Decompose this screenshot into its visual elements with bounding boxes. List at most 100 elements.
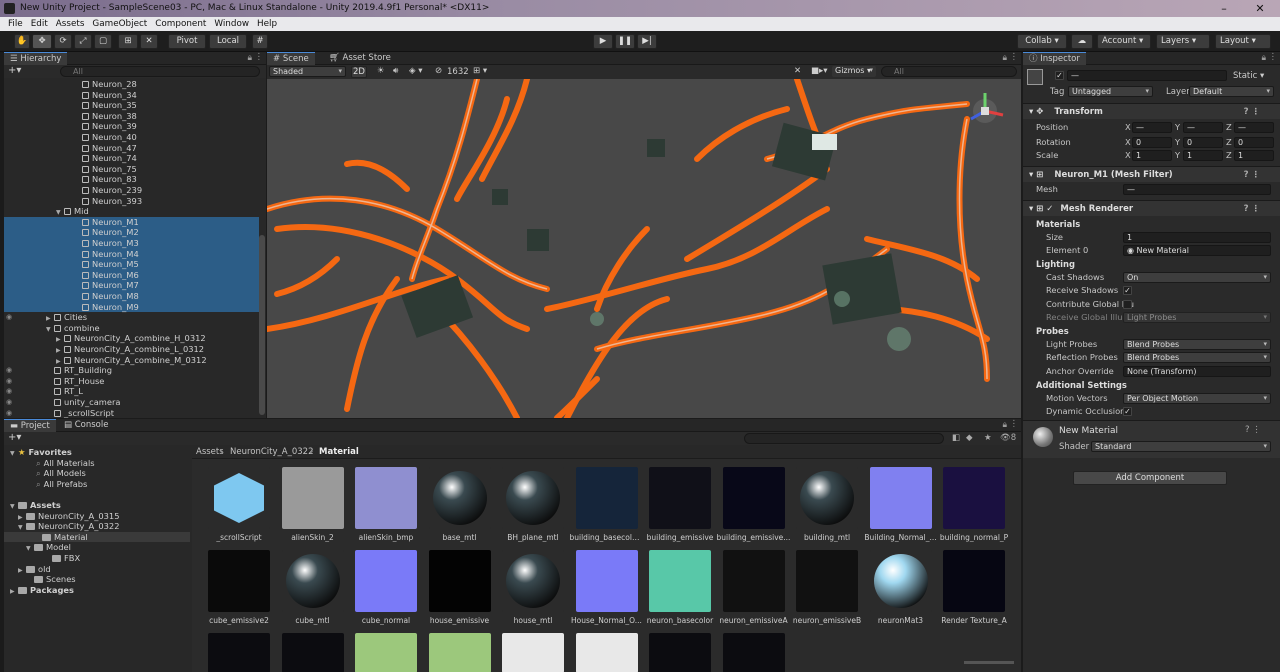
hierarchy-item[interactable]: Neuron_40 <box>4 132 259 143</box>
hierarchy-item[interactable]: Neuron_47 <box>4 143 259 154</box>
asset-tile[interactable]: building_basecolo... <box>570 467 644 547</box>
asset-tile[interactable]: neuron_emissiveA <box>717 550 789 630</box>
menu-window[interactable]: Window <box>210 17 253 31</box>
menu-help[interactable]: Help <box>253 17 281 31</box>
camera-icon[interactable]: ■▸▾ <box>811 66 828 76</box>
layer-dropdown[interactable]: Default <box>1189 86 1274 97</box>
filter-label-icon[interactable]: ◆ <box>966 433 973 443</box>
tab-scene[interactable]: # Scene <box>267 52 315 65</box>
hand-tool-icon[interactable]: ✋ <box>14 34 30 49</box>
asset-tile[interactable]: _scrollScript <box>202 467 274 547</box>
layout-dropdown[interactable]: Layout ▾ <box>1215 34 1271 49</box>
add-component-button[interactable]: Add Component <box>1073 471 1227 485</box>
project-tree-item[interactable]: Scenes <box>4 574 190 585</box>
lock-icon[interactable]: 🔒︎ <box>247 53 252 63</box>
hierarchy-item[interactable]: ▶ NeuronCity_A_combine_L_0312 <box>4 344 259 355</box>
hierarchy-item[interactable]: Neuron_74 <box>4 153 259 164</box>
asset-thumbnail[interactable] <box>722 633 785 672</box>
asset-thumbnail[interactable] <box>428 633 491 672</box>
grid-snap-icon[interactable]: # <box>252 34 268 49</box>
lighting-row[interactable]: Lighting <box>1023 258 1280 271</box>
asset-tile[interactable]: building_normal_P <box>937 467 1009 547</box>
create-plus-icon[interactable]: +▾ <box>8 65 21 76</box>
hierarchy-item[interactable]: Neuron_M3 <box>4 238 259 249</box>
receive-gi-dropdown[interactable]: Light Probes <box>1123 312 1271 323</box>
scene-viewport[interactable] <box>267 79 1021 418</box>
inspector-more-icon[interactable]: ⋮ <box>1269 52 1278 62</box>
object-name-field[interactable]: — <box>1067 70 1227 81</box>
reflection-probes-dropdown[interactable]: Blend Probes <box>1123 352 1271 363</box>
menu-edit[interactable]: Edit <box>27 17 52 31</box>
audio-icon[interactable]: 🔊︎ <box>393 66 398 76</box>
tab-asset-store[interactable]: 🛒︎ Asset Store <box>323 52 397 65</box>
additional-row[interactable]: Additional Settings <box>1023 379 1280 392</box>
hidden-packages-icon[interactable]: 👁︎8 <box>1000 433 1016 443</box>
hierarchy-item[interactable]: Neuron_M8 <box>4 291 259 302</box>
visibility-icon[interactable]: ◉ <box>6 397 12 408</box>
active-checkbox[interactable]: ✓ <box>1055 71 1064 80</box>
project-lock-icon[interactable]: 🔒︎ <box>1002 420 1007 430</box>
hierarchy-item[interactable]: Neuron_39 <box>4 121 259 132</box>
breadcrumb-material[interactable]: Material <box>319 447 359 457</box>
cast-shadows-dropdown[interactable]: On <box>1123 272 1271 283</box>
asset-tile[interactable]: building_emissive <box>643 467 715 547</box>
project-tree-item[interactable]: ▼ Assets <box>4 500 190 511</box>
close-button[interactable]: ✕ <box>1242 1 1278 16</box>
hierarchy-item[interactable]: Neuron_83 <box>4 174 259 185</box>
hierarchy-item[interactable]: ▼ Mid <box>4 206 259 217</box>
meshrenderer-help-icon[interactable]: ? ⋮ <box>1244 201 1260 217</box>
layers-dropdown[interactable]: Layers ▾ <box>1156 34 1210 49</box>
hierarchy-item[interactable]: ◉ ▶ Cities <box>4 312 259 323</box>
project-create-icon[interactable]: +▾ <box>8 432 21 443</box>
project-tree-item[interactable]: ▶ Packages <box>4 585 190 596</box>
scale-z-field[interactable]: 1 <box>1234 150 1274 161</box>
tab-project[interactable]: ▬ Project <box>4 419 56 432</box>
asset-tile[interactable]: alienSkin_2 <box>276 467 348 547</box>
hierarchy-search[interactable]: All <box>60 66 260 77</box>
project-tree-item[interactable]: Material <box>4 531 190 543</box>
hierarchy-item[interactable]: Neuron_38 <box>4 111 259 122</box>
tab-inspector[interactable]: ⓘ Inspector <box>1023 52 1086 65</box>
shader-dropdown[interactable]: Standard <box>1091 441 1271 452</box>
asset-tile[interactable]: neuron_emissiveB <box>790 550 862 630</box>
menu-assets[interactable]: Assets <box>52 17 89 31</box>
project-tree-item[interactable]: ▼ Model <box>4 542 190 553</box>
hierarchy-item[interactable]: Neuron_393 <box>4 196 259 207</box>
asset-thumbnail[interactable] <box>355 633 417 672</box>
rotation-z-field[interactable]: 0 <box>1234 137 1274 148</box>
hierarchy-item[interactable]: Neuron_34 <box>4 90 259 101</box>
menu-gameobject[interactable]: GameObject <box>88 17 151 31</box>
thumbnail-size-slider[interactable] <box>964 661 1014 664</box>
anchor-field[interactable]: None (Transform) <box>1123 366 1271 377</box>
filter-type-icon[interactable]: ◧ <box>952 433 960 443</box>
project-tree-item[interactable]: ⌕ All Materials <box>4 458 190 469</box>
asset-tile[interactable]: house_emissive <box>423 550 495 630</box>
hierarchy-scrollbar[interactable] <box>259 235 265 415</box>
hierarchy-item[interactable]: ◉ unity_camera <box>4 397 259 408</box>
asset-tile[interactable]: alienSkin_bmp <box>349 467 421 547</box>
asset-tile[interactable]: building_mtl <box>790 467 862 547</box>
collab-button[interactable]: Collab ▾ <box>1017 34 1067 49</box>
tag-dropdown[interactable]: Untagged <box>1068 86 1153 97</box>
meshrenderer-header[interactable]: ▾ ⊞ ✓ Mesh Renderer ? ⋮ <box>1023 200 1280 216</box>
asset-thumbnail[interactable] <box>208 633 270 672</box>
motion-dropdown[interactable]: Per Object Motion <box>1123 393 1271 404</box>
project-more-icon[interactable]: ⋮ <box>1010 419 1019 429</box>
more-icon[interactable]: ⋮ <box>255 52 264 62</box>
hierarchy-item[interactable]: Neuron_239 <box>4 185 259 196</box>
scale-y-field[interactable]: 1 <box>1183 150 1223 161</box>
hierarchy-item[interactable]: Neuron_M4 <box>4 248 259 260</box>
pause-button[interactable]: ❚❚ <box>615 34 635 49</box>
move-tool-icon[interactable]: ✥ <box>32 34 52 49</box>
transform-help-icon[interactable]: ? ⋮ <box>1244 104 1260 120</box>
hierarchy-item[interactable]: Neuron_35 <box>4 100 259 111</box>
tab-hierarchy[interactable]: ☰ Hierarchy <box>4 52 68 65</box>
hierarchy-item[interactable]: Neuron_M2 <box>4 227 259 238</box>
probes-row[interactable]: Probes <box>1023 325 1280 338</box>
hierarchy-item[interactable]: Neuron_M6 <box>4 269 259 281</box>
shading-dropdown[interactable]: Shaded <box>269 66 346 77</box>
visibility-icon[interactable]: ◉ <box>6 386 12 397</box>
light-icon[interactable]: ☀ <box>377 66 385 76</box>
asset-tile[interactable]: Building_Normal_... <box>864 467 937 547</box>
effects-icon[interactable]: ◈ ▾ <box>409 66 423 76</box>
